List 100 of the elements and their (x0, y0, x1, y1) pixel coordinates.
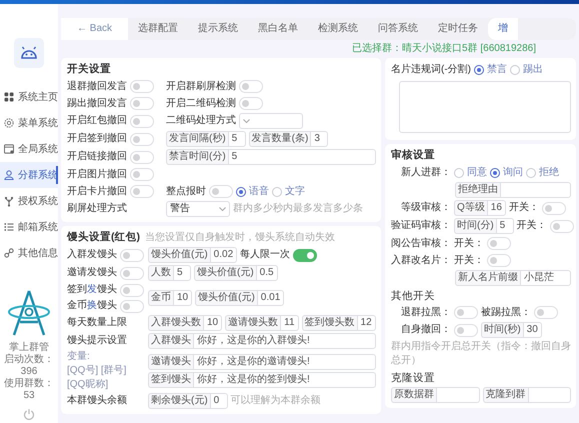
field-label: 开关： (508, 201, 539, 215)
input-field[interactable]: 0.5 (256, 265, 278, 281)
launch-count: 启动次数：396 (3, 354, 55, 378)
toggle-label: 入群发馒头 (67, 248, 117, 262)
radio-option[interactable]: 踢出 (510, 62, 543, 76)
sidebar-item[interactable]: 邮箱系统 (0, 214, 58, 240)
tab[interactable]: 定时任务 (428, 18, 488, 40)
radio-option[interactable]: 禁言 (474, 62, 507, 76)
field-label: 入群改名片： (391, 254, 451, 268)
hint-text: [QQ号] [群号] (67, 365, 128, 377)
sidebar-item[interactable]: 菜单系统 (0, 110, 58, 136)
field-label: 被踢拉黑： (481, 306, 531, 320)
hint-text: 变量: (67, 351, 91, 363)
section-title: 其他开关 (391, 288, 435, 302)
hint-text: [QQ昵称] (67, 379, 110, 391)
field-label: 馒头价值(元) (194, 265, 256, 281)
sidebar-item[interactable]: 系统主页 (0, 84, 58, 110)
list-icon (3, 221, 15, 233)
dropdown[interactable]: 警告 (166, 201, 230, 217)
field-label: 发言间隔(秒) (166, 131, 228, 147)
input-field[interactable] (500, 182, 571, 198)
input-field[interactable]: 11 (280, 315, 299, 331)
app-name: 掌上群管 (8, 342, 50, 354)
input-field[interactable]: 5 (228, 131, 246, 147)
toggle-switch[interactable] (293, 248, 318, 262)
input-field[interactable]: 10 (203, 315, 222, 331)
toggle-label: 整点报时 (166, 184, 206, 198)
input-field[interactable]: 5 (496, 218, 514, 234)
field-label: 阅公告审核： (391, 236, 451, 250)
tab[interactable]: 问答系统 (368, 18, 428, 40)
sidebar-item[interactable]: 其他信息 (0, 240, 58, 266)
toggle-label: 开启链接撤回 (67, 150, 127, 164)
radio-option[interactable]: 拒绝 (526, 166, 559, 180)
link-icon (3, 247, 15, 259)
input-field[interactable]: 0.02 (210, 247, 238, 263)
field-label: 开关： (516, 219, 547, 233)
radio-option[interactable]: 询问 (490, 166, 523, 180)
field-label: 馒头价值(元) (148, 247, 210, 263)
input-field[interactable]: 你好，这是你的邀请馒头! (193, 354, 376, 370)
text-area[interactable] (399, 81, 571, 133)
tab[interactable]: 提示系统 (188, 18, 248, 40)
power-icon[interactable] (23, 408, 35, 420)
radio-button[interactable] (490, 168, 500, 178)
input-field[interactable]: 0 (210, 393, 228, 409)
tab[interactable]: 检测系统 (308, 18, 368, 40)
section-title: 克隆设置 (391, 370, 435, 384)
hint-text: 群内用指令开启总开关（指令：撤回自身总开） (391, 340, 571, 368)
field-label: 刷屏处理方式 (67, 202, 128, 216)
field-label: 签到馒头数 (302, 315, 357, 331)
toggle-label: 踢出撤回发言 (67, 96, 127, 110)
input-field[interactable]: 小昆茫 (520, 270, 571, 286)
radio-option[interactable]: 同意 (454, 166, 487, 180)
input-field[interactable] (436, 387, 480, 403)
input-field[interactable]: 5 (173, 265, 191, 281)
field-label: 剩余馒头(元) (148, 393, 210, 409)
tab[interactable]: 黑白名单 (248, 18, 308, 40)
tab[interactable]: 选群配置 (128, 18, 188, 40)
window-icon (3, 143, 15, 155)
radio-option[interactable]: 语音 (236, 184, 269, 198)
field-label: 邀请馒头数 (225, 315, 280, 331)
radio-button[interactable] (474, 64, 484, 74)
dropdown[interactable] (239, 113, 303, 129)
hint-text: 群内多少秒内最多发言多少条 (233, 202, 363, 216)
field-label: 入群馒头数 (148, 315, 203, 331)
field-label: 二维码处理方式 (166, 114, 236, 128)
input-field[interactable] (528, 387, 571, 403)
input-field[interactable]: 5 (228, 149, 376, 165)
field-label: 本群馒头余额 (67, 394, 128, 408)
input-field[interactable]: 你好，这是你的签到馒头! (193, 372, 376, 388)
field-label: 等级审核： (400, 201, 451, 215)
input-field[interactable]: 12 (356, 315, 376, 331)
card-title: 审核设置 (391, 148, 435, 163)
field-label: 新人名片前缀 (455, 270, 520, 286)
input-field[interactable]: 0.01 (256, 290, 284, 306)
field-label: 退群拉黑： (400, 306, 451, 320)
input-field[interactable]: 3 (310, 131, 328, 147)
radio-option[interactable]: 文字 (272, 184, 305, 198)
input-field[interactable]: 10 (173, 290, 192, 306)
field-label: 开关： (454, 254, 484, 268)
grid-icon (3, 91, 15, 103)
sidebar-item[interactable]: 授权系统 (0, 188, 58, 214)
radio-button[interactable] (236, 186, 246, 196)
input-field[interactable]: 16 (486, 200, 506, 216)
caret-icon (243, 119, 250, 123)
input-field[interactable]: 你好，这是你的入群馒头! (193, 333, 376, 349)
fork-icon (3, 195, 15, 207)
field-label: 邀请馒头 (148, 354, 193, 370)
hint-text: 可以理解为本群余额 (230, 394, 321, 408)
gear-icon (3, 117, 15, 129)
field-label: 馒头价值(元) (195, 290, 257, 306)
sidebar-item[interactable]: 全局系统 (0, 136, 58, 162)
field-label: 人数 (148, 265, 173, 281)
toggle-label: 开启二维码检测 (166, 96, 236, 110)
tab[interactable]: 增 (488, 18, 518, 40)
field-label: 时间(秒) (481, 322, 523, 338)
input-field[interactable]: 30 (522, 322, 542, 338)
toggle-label: 每人限一次 (240, 248, 290, 262)
hint-text: 当您设置仅自身触发时，馒头系统自动失效 (145, 230, 335, 245)
android-icon (14, 38, 44, 68)
field-label: 入群馒头 (148, 333, 193, 349)
